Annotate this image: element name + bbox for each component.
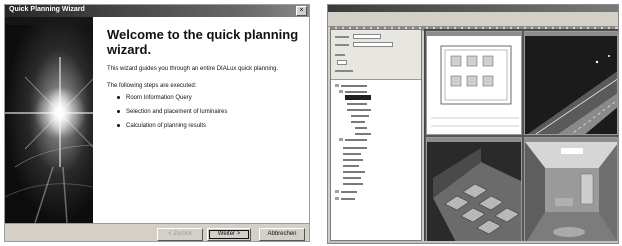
- close-button[interactable]: ×: [296, 6, 307, 16]
- floor-plan-icon: [431, 45, 519, 127]
- project-tree-icon[interactable]: [335, 84, 339, 87]
- project-tree: [331, 80, 421, 240]
- wizard-titlebar[interactable]: Quick Planning Wizard ×: [5, 5, 309, 17]
- property-field[interactable]: [353, 42, 393, 47]
- render-view-icon: [527, 55, 617, 134]
- tree-node[interactable]: [341, 191, 357, 193]
- tree-node[interactable]: [343, 159, 363, 161]
- cancel-button[interactable]: Abbrechen: [259, 228, 305, 241]
- project-panel: [330, 29, 422, 241]
- property-label: [335, 36, 349, 38]
- step-item: Selection and placement of luminaires: [117, 109, 299, 115]
- light-flare-icon: [5, 17, 93, 223]
- quick-planning-wizard-dialog: Quick Planning Wizard × Welcome to the q: [4, 4, 310, 242]
- floor-plan-view[interactable]: [426, 31, 522, 135]
- wizard-intro: This wizard guides you through an entire…: [107, 66, 279, 72]
- property-label: [335, 54, 345, 56]
- view-area: [424, 29, 618, 243]
- property-label: [335, 44, 349, 46]
- app-toolbar: [328, 18, 618, 49]
- property-field[interactable]: [353, 34, 381, 39]
- wizard-side-image: [5, 17, 93, 223]
- project-tree-icon[interactable]: [339, 90, 343, 93]
- step-label: Room Information Query: [126, 94, 192, 101]
- property-label: [335, 70, 353, 72]
- tree-node[interactable]: [343, 147, 367, 149]
- project-tree-icon[interactable]: [335, 197, 339, 200]
- tree-node[interactable]: [341, 85, 367, 87]
- dialux-main-window: [327, 4, 619, 244]
- next-button[interactable]: Weiter >: [207, 228, 251, 241]
- render-view-icon: [433, 148, 521, 242]
- bullet-icon: [117, 110, 120, 113]
- step-item: Room Information Query: [117, 95, 299, 101]
- wizard-title: Quick Planning Wizard: [9, 6, 85, 13]
- tree-node[interactable]: [347, 103, 367, 105]
- tree-node[interactable]: [341, 198, 355, 200]
- tree-node[interactable]: [343, 183, 363, 185]
- room-3d-interior-view[interactable]: [524, 137, 618, 243]
- tree-node[interactable]: [347, 109, 371, 111]
- tree-node[interactable]: [355, 133, 371, 135]
- back-button[interactable]: < Zurück: [157, 228, 203, 241]
- tree-node[interactable]: [343, 153, 361, 155]
- room-3d-top-view[interactable]: [426, 137, 522, 243]
- wizard-heading: Welcome to the quick planning wizard.: [107, 27, 299, 57]
- bullet-icon: [117, 124, 120, 127]
- status-bar: [328, 241, 618, 243]
- app-titlebar[interactable]: [328, 5, 618, 12]
- tree-node[interactable]: [351, 115, 369, 117]
- bullet-icon: [117, 96, 120, 99]
- tree-node[interactable]: [345, 91, 367, 93]
- step-label: Calculation of planning results: [126, 122, 207, 129]
- road-3d-view[interactable]: [524, 31, 618, 135]
- wizard-button-bar: < Zurück Weiter > Abbrechen: [5, 223, 309, 241]
- render-view-icon: [525, 142, 617, 242]
- property-field[interactable]: [337, 60, 347, 65]
- tree-node[interactable]: [355, 127, 367, 129]
- tree-node[interactable]: [343, 171, 365, 173]
- step-item: Calculation of planning results: [117, 123, 299, 129]
- project-tree-icon[interactable]: [339, 138, 343, 141]
- tree-node-selected[interactable]: [345, 95, 371, 100]
- wizard-content: Welcome to the quick planning wizard. Th…: [93, 17, 309, 223]
- steps-label: The following steps are executed:: [107, 82, 197, 89]
- project-tree-icon[interactable]: [335, 190, 339, 193]
- step-label: Selection and placement of luminaires: [126, 108, 228, 115]
- tree-node[interactable]: [343, 165, 359, 167]
- tree-node[interactable]: [343, 177, 361, 179]
- tree-node[interactable]: [345, 139, 367, 141]
- properties-panel: [331, 30, 421, 80]
- tree-node[interactable]: [351, 121, 365, 123]
